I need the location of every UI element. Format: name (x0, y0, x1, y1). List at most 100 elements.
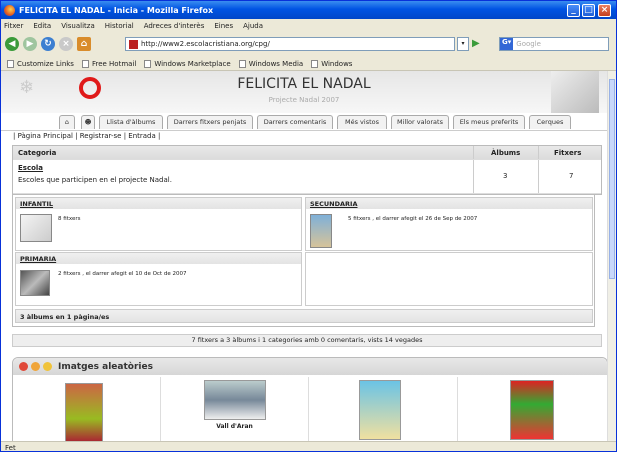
album-thumbnail[interactable] (310, 214, 332, 248)
scrollbar-thumb[interactable] (609, 79, 615, 279)
bookmarks-bar: Customize Links Free Hotmail Windows Mar… (1, 58, 616, 71)
image-caption: Vall d'Aran (216, 423, 253, 430)
random-image[interactable] (65, 383, 103, 441)
url-bar[interactable]: http://www2.escolacristiana.org/cpg/ (125, 37, 455, 51)
menu-eines[interactable]: Eines (214, 22, 233, 30)
category-link[interactable]: Escola (18, 164, 43, 172)
menu-adreces[interactable]: Adreces d'interès (144, 22, 205, 30)
album-pagination: 3 àlbums en 1 pàgina/es (15, 309, 593, 323)
minimize-icon[interactable]: _ (567, 4, 580, 17)
status-bar: Fet (1, 441, 616, 453)
col-category: Categoria (18, 149, 57, 157)
url-text: http://www2.escolacristiana.org/cpg/ (141, 40, 270, 48)
quick-links[interactable]: | Pàgina Principal | Registrar-se | Entr… (13, 132, 160, 140)
bookmark-windows-media[interactable]: Windows Media (238, 60, 303, 68)
firefox-icon (4, 4, 15, 16)
random-image-cell (458, 377, 607, 441)
close-dot-icon[interactable] (19, 362, 28, 371)
empty-cell (305, 252, 593, 306)
random-image[interactable] (359, 380, 401, 440)
search-input[interactable]: G▾ Google (499, 37, 609, 51)
category-table: Categoria Àlbums Fitxers Escola Escoles … (12, 145, 602, 195)
table-row: Escola Escoles que participen en el proj… (13, 160, 601, 194)
page-icon (7, 60, 14, 68)
album-info: 8 fitxers (58, 216, 81, 222)
random-images-header: Imatges aleatòries (13, 358, 607, 375)
dropdown-arrow-icon[interactable]: ▾ (457, 37, 469, 51)
tab-top-rated[interactable]: Millor valorats (391, 115, 449, 129)
album-info: 2 fitxers , el darrer afegit el 10 de Oc… (58, 271, 187, 277)
album-thumbnail[interactable] (20, 214, 52, 242)
page-icon (311, 60, 319, 68)
col-albums: Àlbums (491, 149, 521, 157)
table-header: Categoria Àlbums Fitxers (13, 146, 601, 160)
minimize-dot-icon[interactable] (31, 362, 40, 371)
search-placeholder: Google (516, 40, 541, 48)
page-icon (144, 60, 152, 68)
album-card: PRIMARIA 2 fitxers , el darrer afegit el… (15, 252, 302, 306)
bookmark-free-hotmail[interactable]: Free Hotmail (81, 60, 136, 68)
menu-historial[interactable]: Historial (105, 22, 134, 30)
close-icon[interactable]: × (598, 4, 611, 17)
nav-tabs: ⌂ ☻ Llista d'àlbums Darrers fitxers penj… (1, 113, 607, 131)
album-title[interactable]: SECUNDARIA (306, 198, 592, 209)
google-icon[interactable]: G▾ (500, 38, 514, 50)
go-icon[interactable]: ▶ (472, 37, 486, 51)
page-icon (81, 60, 89, 68)
random-images-title: Imatges aleatòries (58, 361, 153, 372)
random-image-cell: Vall d'Aran (161, 377, 309, 441)
menu-edita[interactable]: Edita (33, 22, 51, 30)
tab-latest-comments[interactable]: Darrers comentaris (257, 115, 333, 129)
stop-icon[interactable]: × (59, 37, 73, 51)
menu-fitxer[interactable]: Fitxer (4, 22, 23, 30)
bookmark-windows-marketplace[interactable]: Windows Marketplace (144, 60, 231, 68)
random-image[interactable] (510, 380, 554, 440)
title-bar: FELICITA EL NADAL - Inicia - Mozilla Fir… (1, 1, 616, 19)
menu-ajuda[interactable]: Ajuda (243, 22, 263, 30)
tab-latest-uploads[interactable]: Darrers fitxers penjats (167, 115, 253, 129)
go-controls: ▾ ▶ (457, 37, 487, 51)
category-files: 7 (569, 172, 574, 180)
album-info: 5 fitxers , el darrer afegit el 26 de Se… (348, 216, 478, 222)
back-icon[interactable]: ◀ (5, 37, 19, 51)
home-icon[interactable]: ⌂ (77, 37, 91, 51)
bookmark-customize-links[interactable]: Customize Links (7, 60, 74, 68)
page-content: ❄ FELICITA EL NADAL Projecte Nadal 2007 … (1, 71, 607, 441)
category-desc: Escoles que participen en el projecte Na… (18, 176, 172, 184)
random-image-cell (13, 377, 161, 441)
reload-icon[interactable]: ↻ (41, 37, 55, 51)
bookmark-windows[interactable]: Windows (311, 60, 352, 68)
vertical-scrollbar[interactable] (607, 71, 616, 441)
cursor-highlight-ring (79, 77, 101, 99)
maximize-icon[interactable]: □ (582, 4, 595, 17)
tab-album-list[interactable]: Llista d'àlbums (99, 115, 163, 129)
album-card: INFANTIL 8 fitxers (15, 197, 302, 251)
forward-icon[interactable]: ▶ (23, 37, 37, 51)
album-title[interactable]: INFANTIL (16, 198, 301, 209)
menu-bar: Fitxer Edita Visualitza Historial Adrece… (1, 19, 616, 32)
status-text: Fet (5, 443, 16, 452)
col-files: Fitxers (554, 149, 582, 157)
site-favicon (129, 39, 138, 49)
album-thumbnail[interactable] (20, 270, 50, 296)
random-image[interactable] (204, 380, 266, 420)
page-icon (238, 60, 246, 68)
tab-favorites[interactable]: Els meus preferits (453, 115, 525, 129)
header-decoration (551, 71, 599, 113)
gallery-stats: 7 fitxers a 3 àlbums i 1 categories amb … (12, 334, 602, 347)
album-title[interactable]: PRIMARIA (16, 253, 301, 264)
tab-search[interactable]: Cerques (529, 115, 571, 129)
tab-most-viewed[interactable]: Més vistos (337, 115, 387, 129)
menu-visualitza[interactable]: Visualitza (61, 22, 95, 30)
tab-user-icon[interactable]: ☻ (81, 115, 95, 129)
tab-home-icon[interactable]: ⌂ (59, 115, 75, 129)
album-card: SECUNDARIA 5 fitxers , el darrer afegit … (305, 197, 593, 251)
navigation-toolbar: ◀ ▶ ↻ × ⌂ http://www2.escolacristiana.or… (1, 32, 616, 56)
browser-window: FELICITA EL NADAL - Inicia - Mozilla Fir… (0, 0, 617, 452)
random-image-cell (309, 377, 458, 441)
album-grid: INFANTIL 8 fitxers SECUNDARIA 5 fitxers … (12, 194, 595, 327)
category-albums: 3 (503, 172, 508, 180)
window-title: FELICITA EL NADAL - Inicia - Mozilla Fir… (19, 5, 214, 15)
random-images-panel: Imatges aleatòries Vall d'Aran (12, 357, 607, 441)
maximize-dot-icon[interactable] (43, 362, 52, 371)
